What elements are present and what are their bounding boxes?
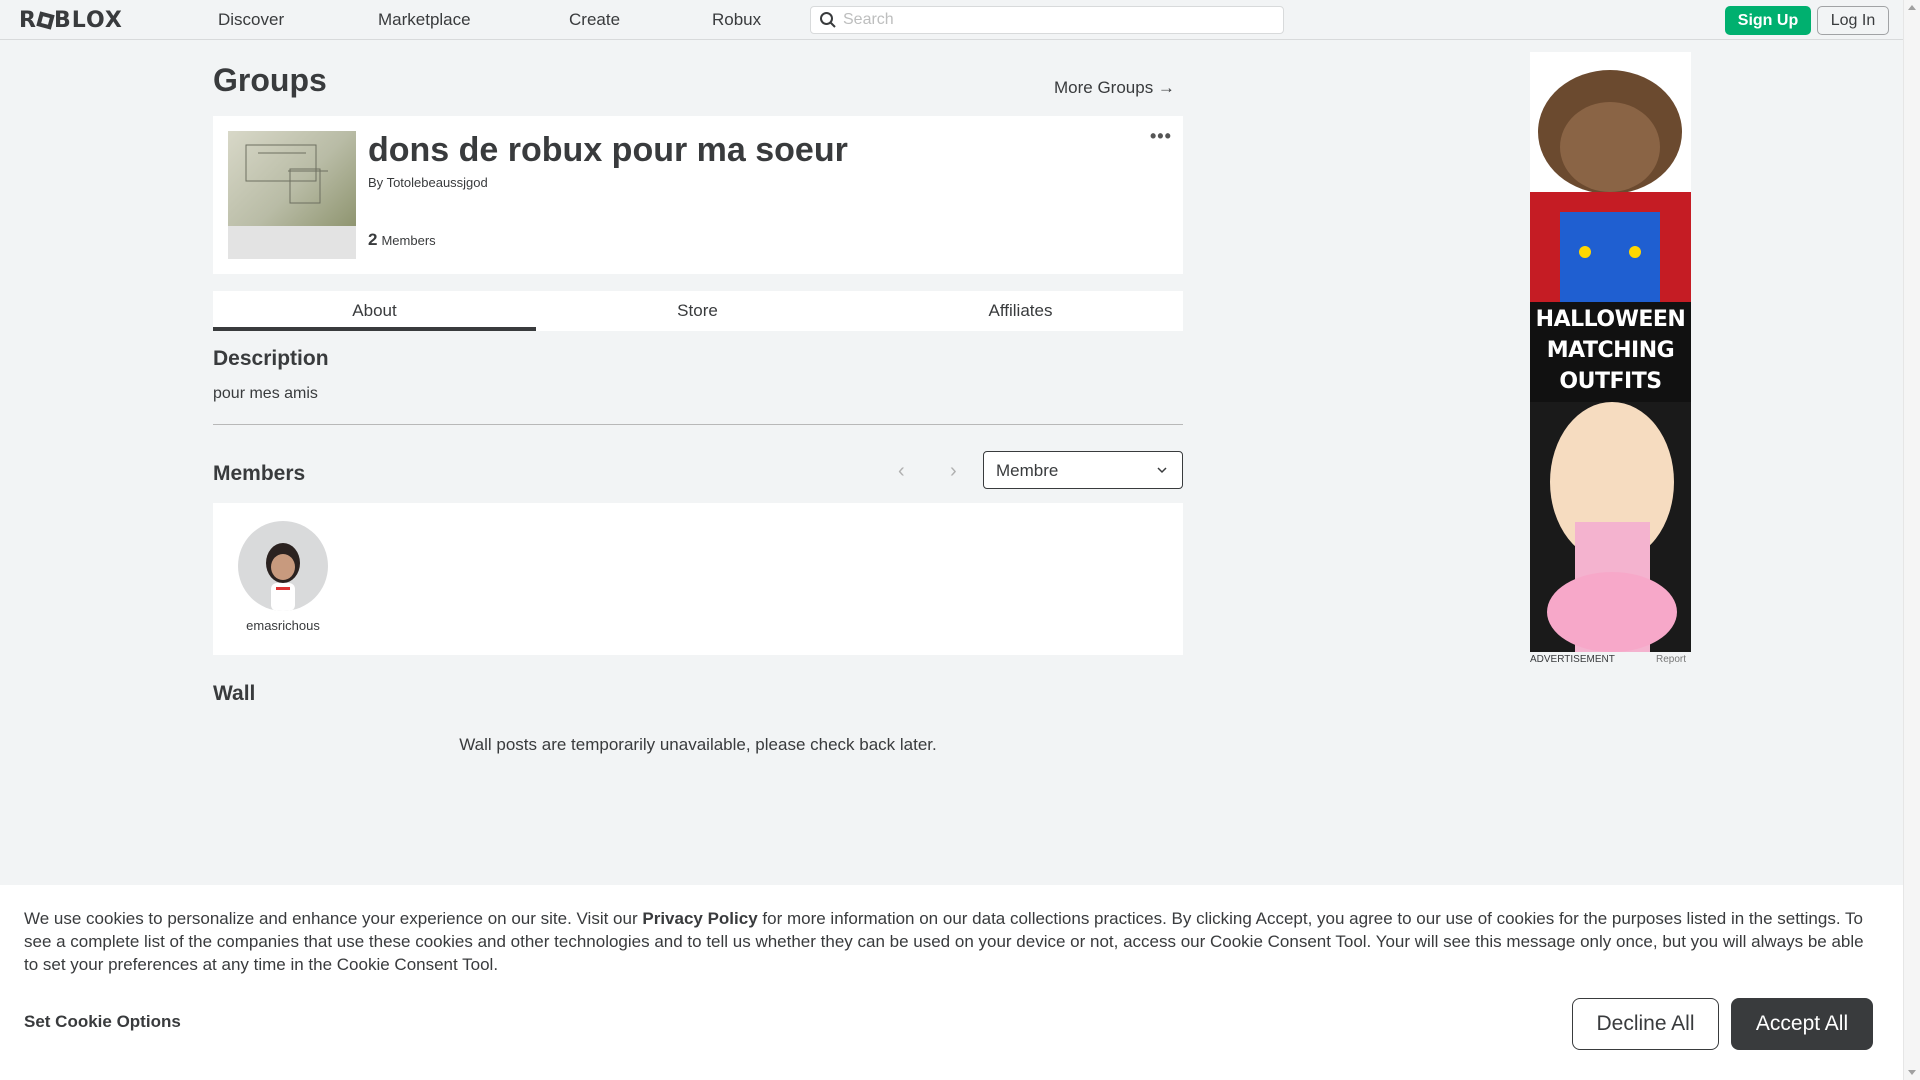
scroll-down-icon[interactable]: [1908, 1070, 1916, 1075]
member-count-label: Members: [381, 233, 436, 248]
tab-affiliates[interactable]: Affiliates: [859, 291, 1182, 331]
accept-all-button[interactable]: Accept All: [1731, 998, 1873, 1050]
nav-discover[interactable]: Discover: [218, 10, 284, 30]
search-box: [810, 6, 1284, 34]
more-dots-icon[interactable]: •••: [1150, 126, 1172, 147]
group-name: dons de robux pour ma soeur: [368, 131, 848, 169]
cookie-text-part: We use cookies to personalize and enhanc…: [24, 909, 643, 928]
ad-label: ADVERTISEMENT: [1530, 654, 1615, 665]
divider: [213, 424, 1183, 425]
tab-store[interactable]: Store: [536, 291, 859, 331]
chevron-down-icon: [1157, 467, 1167, 474]
ad-line: MATCHING: [1546, 338, 1675, 363]
role-dropdown-value: Membre: [996, 461, 1059, 480]
sign-up-button[interactable]: Sign Up: [1725, 6, 1811, 35]
member-count: 2 Members: [368, 230, 436, 250]
scroll-up-icon[interactable]: [1908, 5, 1916, 10]
nav-create[interactable]: Create: [569, 10, 620, 30]
group-header-card: dons de robux pour ma soeur By Totolebea…: [213, 116, 1183, 274]
ad-headline: HALLOWEEN MATCHING OUTFITS: [1530, 304, 1691, 397]
search-input[interactable]: [843, 10, 1273, 30]
group-owner-line: By Totolebeaussjgod: [368, 175, 488, 190]
cookie-message: We use cookies to personalize and enhanc…: [24, 907, 1880, 976]
top-nav: R BLOX Discover Marketplace Create Robux …: [0, 0, 1903, 40]
by-prefix: By: [368, 175, 384, 190]
wall-heading: Wall: [213, 682, 256, 705]
group-tabs: About Store Affiliates: [213, 291, 1183, 331]
cookie-banner: We use cookies to personalize and enhanc…: [0, 885, 1903, 1080]
advertisement-banner[interactable]: HALLOWEEN MATCHING OUTFITS: [1530, 52, 1691, 652]
page-title: Groups: [213, 62, 327, 98]
search-icon: [820, 12, 836, 28]
member-tile[interactable]: emasrichous: [233, 521, 333, 633]
group-owner-link[interactable]: Totolebeaussjgod: [387, 175, 488, 190]
ad-line: OUTFITS: [1559, 369, 1662, 394]
members-list: emasrichous: [213, 503, 1183, 655]
group-emblem: [228, 131, 356, 259]
nav-robux[interactable]: Robux: [712, 10, 761, 30]
log-in-button[interactable]: Log In: [1817, 6, 1889, 35]
page-scrollbar[interactable]: [1903, 0, 1920, 1080]
avatar[interactable]: [238, 521, 328, 611]
decline-all-button[interactable]: Decline All: [1572, 998, 1719, 1050]
ad-line: HALLOWEEN: [1535, 307, 1686, 332]
tab-about[interactable]: About: [213, 291, 536, 331]
ad-report-link[interactable]: Report: [1656, 654, 1686, 665]
wall-unavailable-message: Wall posts are temporarily unavailable, …: [459, 735, 937, 754]
chevron-left-icon[interactable]: ‹: [898, 460, 905, 483]
group-emblem-image: [228, 131, 356, 226]
roblox-logo[interactable]: R BLOX: [19, 8, 123, 33]
privacy-policy-link[interactable]: Privacy Policy: [642, 909, 757, 928]
members-heading: Members: [213, 462, 306, 485]
role-dropdown[interactable]: Membre: [983, 451, 1183, 489]
nav-marketplace[interactable]: Marketplace: [378, 10, 471, 30]
description-text: pour mes amis: [213, 385, 318, 402]
member-username[interactable]: emasrichous: [233, 618, 333, 633]
member-count-number: 2: [368, 230, 378, 249]
more-groups-link[interactable]: More Groups →: [1054, 78, 1175, 98]
set-cookie-options-link[interactable]: Set Cookie Options: [24, 1012, 181, 1032]
chevron-right-icon[interactable]: ›: [950, 460, 957, 483]
description-heading: Description: [213, 347, 329, 370]
